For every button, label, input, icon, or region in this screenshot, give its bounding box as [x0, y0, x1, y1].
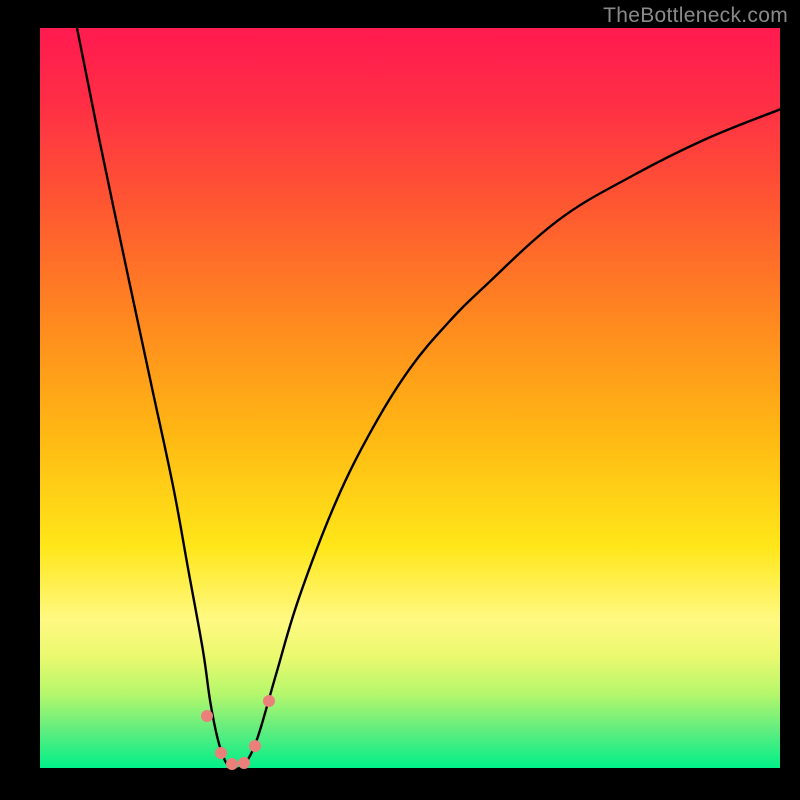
curve-marker	[249, 740, 261, 752]
chart-frame: TheBottleneck.com	[0, 0, 800, 800]
curve-marker	[226, 758, 238, 770]
chart-plot-area	[40, 28, 780, 768]
curve-marker	[201, 710, 213, 722]
watermark-text: TheBottleneck.com	[603, 4, 788, 28]
curve-marker	[238, 757, 250, 769]
bottleneck-curve	[40, 28, 780, 768]
